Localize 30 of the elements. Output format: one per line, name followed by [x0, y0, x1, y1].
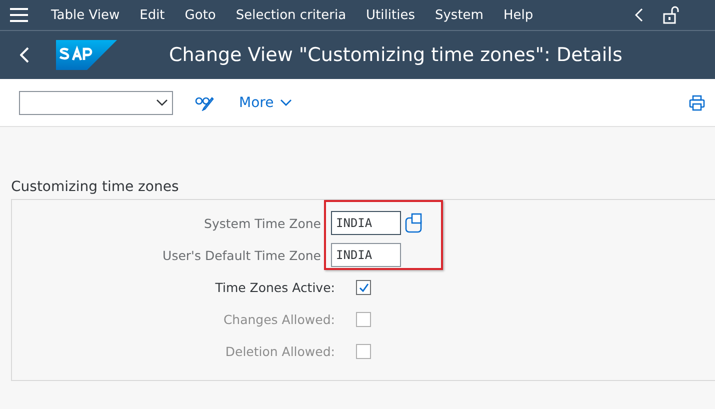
input-field[interactable]: INDIA	[331, 243, 401, 267]
checkbox[interactable]	[356, 280, 371, 294]
input-field[interactable]: INDIA	[331, 211, 401, 235]
command-field[interactable]	[19, 90, 173, 114]
group-title: Customizing time zones	[11, 179, 180, 195]
field-label: System Time Zone	[204, 216, 321, 230]
value-help-icon[interactable]	[405, 212, 423, 234]
more-button[interactable]: More	[239, 94, 292, 110]
checkbox-label: Changes Allowed:	[223, 312, 335, 326]
print-icon[interactable]	[689, 94, 705, 110]
glasses-pencil-icon[interactable]	[195, 94, 215, 110]
check-icon	[358, 282, 368, 292]
checkbox-label: Time Zones Active:	[215, 280, 335, 294]
back-icon[interactable]	[635, 8, 643, 22]
menu-icon[interactable]	[10, 8, 28, 22]
logo-icon	[56, 40, 117, 70]
menu-item[interactable]: Edit	[140, 8, 165, 22]
menu-item[interactable]: System	[434, 8, 484, 22]
window-title: Change View "Customizing time zones": Details	[169, 44, 622, 66]
back-icon[interactable]	[20, 47, 29, 63]
lock-icon[interactable]	[663, 6, 681, 24]
menu-item[interactable]: Table View	[51, 8, 120, 22]
menu-item[interactable]: Goto	[184, 8, 216, 22]
menu-item[interactable]: Selection criteria	[236, 8, 346, 22]
menu-item[interactable]: Utilities	[366, 8, 415, 22]
chevron-down-icon	[156, 99, 168, 106]
chevron-down-icon	[280, 99, 292, 106]
checkbox-label: Deletion Allowed:	[225, 344, 335, 358]
field-label: User's Default Time Zone	[162, 248, 321, 262]
menu-item[interactable]: Help	[503, 8, 534, 22]
